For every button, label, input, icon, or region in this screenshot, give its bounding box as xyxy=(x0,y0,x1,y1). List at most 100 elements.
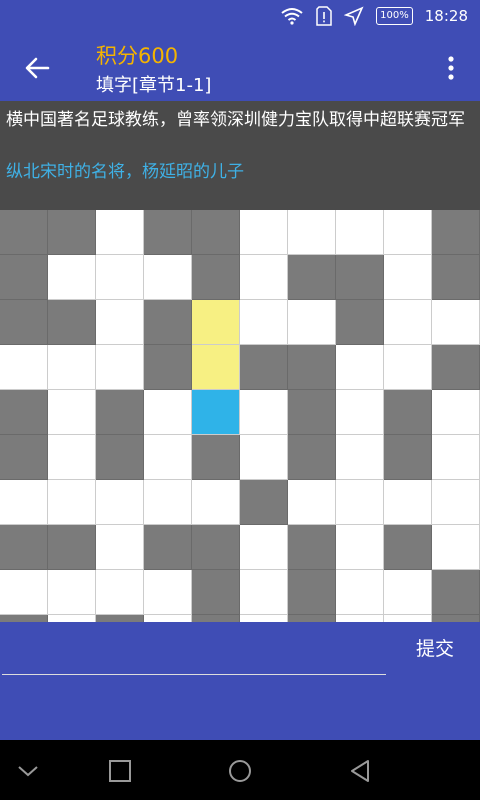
grid-cell[interactable] xyxy=(384,570,432,615)
grid-cell[interactable] xyxy=(336,615,384,622)
grid-cell[interactable] xyxy=(336,345,384,390)
status-time: 18:28 xyxy=(424,7,468,25)
grid-cell[interactable] xyxy=(432,525,480,570)
grid-cell[interactable] xyxy=(48,435,96,480)
home-icon[interactable] xyxy=(224,755,256,787)
grid-cell[interactable] xyxy=(240,255,288,300)
grid-cell[interactable] xyxy=(240,300,288,345)
grid-cell[interactable] xyxy=(48,255,96,300)
grid-cell[interactable] xyxy=(96,345,144,390)
vertical-clue: 纵北宋时的名将，杨延昭的儿子 xyxy=(6,162,244,182)
grid-cell[interactable] xyxy=(240,210,288,255)
grid-cell-selected[interactable] xyxy=(192,300,240,345)
grid-cell[interactable] xyxy=(144,390,192,435)
app-bar: 积分600 填字[章节1-1] xyxy=(0,33,480,101)
more-options-icon[interactable] xyxy=(442,53,460,83)
back-arrow-icon[interactable] xyxy=(22,53,52,83)
grid-cell[interactable] xyxy=(0,345,48,390)
grid-cell[interactable] xyxy=(432,480,480,525)
grid-cell[interactable] xyxy=(48,615,96,622)
grid-cell-blocked xyxy=(96,615,144,622)
grid-cell[interactable] xyxy=(48,570,96,615)
grid-cell[interactable] xyxy=(144,255,192,300)
status-icons: 100% 18:28 xyxy=(280,6,468,26)
grid-cell-blocked xyxy=(192,615,240,622)
wifi-icon xyxy=(281,8,303,25)
grid-cell[interactable] xyxy=(96,480,144,525)
grid-cell[interactable] xyxy=(288,210,336,255)
grid-cell-blocked xyxy=(288,570,336,615)
grid-cell[interactable] xyxy=(384,615,432,622)
grid-cell-blocked xyxy=(336,300,384,345)
grid-cell-blocked xyxy=(144,210,192,255)
battery-indicator: 100% xyxy=(376,7,413,25)
grid-cell[interactable] xyxy=(336,390,384,435)
grid-cell[interactable] xyxy=(144,480,192,525)
grid-cell[interactable] xyxy=(336,570,384,615)
grid-cell[interactable] xyxy=(48,390,96,435)
crossword-grid[interactable] xyxy=(0,210,480,622)
grid-cell[interactable] xyxy=(96,300,144,345)
back-nav-icon[interactable] xyxy=(344,755,376,787)
grid-cell[interactable] xyxy=(384,480,432,525)
grid-cell[interactable] xyxy=(240,570,288,615)
grid-cell[interactable] xyxy=(96,255,144,300)
grid-cell[interactable] xyxy=(384,210,432,255)
grid-cell-blocked xyxy=(0,255,48,300)
grid-cell[interactable] xyxy=(384,255,432,300)
grid-cell-blocked xyxy=(384,435,432,480)
grid-cell-blocked xyxy=(432,615,480,622)
grid-cell[interactable] xyxy=(384,300,432,345)
grid-cell[interactable] xyxy=(192,480,240,525)
recent-apps-icon[interactable] xyxy=(104,755,136,787)
grid-cell[interactable] xyxy=(288,300,336,345)
grid-cell-blocked xyxy=(0,615,48,622)
grid-cell[interactable] xyxy=(432,435,480,480)
grid-cell-blocked xyxy=(288,435,336,480)
grid-cell-blocked xyxy=(192,570,240,615)
grid-cell-blocked xyxy=(0,525,48,570)
grid-cell-blocked xyxy=(96,390,144,435)
grid-cell-blocked xyxy=(384,390,432,435)
grid-cell-blocked xyxy=(96,435,144,480)
grid-cell-blocked xyxy=(288,525,336,570)
grid-cell[interactable] xyxy=(144,615,192,622)
grid-cell-blocked xyxy=(384,525,432,570)
answer-input[interactable] xyxy=(2,628,386,675)
grid-cell[interactable] xyxy=(48,345,96,390)
grid-cell-blocked xyxy=(0,435,48,480)
sim-alert-icon xyxy=(316,6,332,26)
grid-cell-blocked xyxy=(48,300,96,345)
grid-cell[interactable] xyxy=(240,525,288,570)
grid-cell[interactable] xyxy=(0,570,48,615)
grid-cell[interactable] xyxy=(240,435,288,480)
hide-keyboard-icon[interactable] xyxy=(12,755,44,787)
chapter-subtitle: 填字[章节1-1] xyxy=(96,75,212,96)
grid-cell[interactable] xyxy=(144,570,192,615)
grid-cell[interactable] xyxy=(432,390,480,435)
grid-cell[interactable] xyxy=(384,345,432,390)
grid-cell[interactable] xyxy=(336,525,384,570)
send-icon xyxy=(344,6,364,26)
grid-cell[interactable] xyxy=(144,435,192,480)
grid-cell[interactable] xyxy=(240,390,288,435)
grid-cell[interactable] xyxy=(288,480,336,525)
grid-cell-active[interactable] xyxy=(192,390,240,435)
grid-cell-blocked xyxy=(144,525,192,570)
grid-cell[interactable] xyxy=(96,570,144,615)
grid-cell[interactable] xyxy=(0,480,48,525)
grid-cell[interactable] xyxy=(96,210,144,255)
status-bar: 100% 18:28 xyxy=(0,0,480,33)
submit-button[interactable]: 提交 xyxy=(404,632,466,666)
grid-cell[interactable] xyxy=(336,435,384,480)
grid-cell[interactable] xyxy=(240,615,288,622)
grid-cell-blocked xyxy=(0,210,48,255)
grid-cell[interactable] xyxy=(336,480,384,525)
grid-cell-blocked xyxy=(432,570,480,615)
grid-cell-blocked xyxy=(48,525,96,570)
grid-cell-selected[interactable] xyxy=(192,345,240,390)
grid-cell[interactable] xyxy=(336,210,384,255)
grid-cell[interactable] xyxy=(432,300,480,345)
grid-cell[interactable] xyxy=(48,480,96,525)
grid-cell[interactable] xyxy=(96,525,144,570)
